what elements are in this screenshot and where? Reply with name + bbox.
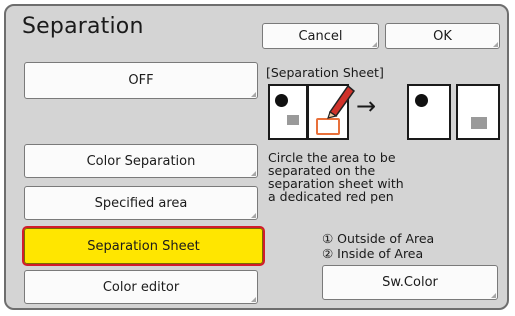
description-line-4: a dedicated red pen [268, 189, 394, 204]
arrow-right-icon: → [356, 92, 377, 120]
sw-color-button[interactable]: Sw.Color [322, 265, 498, 300]
page-title: Separation [22, 14, 144, 39]
output-inside-label: ② Inside of Area [322, 246, 424, 261]
separation-sheet-button[interactable]: Separation Sheet [22, 226, 265, 266]
ok-button[interactable]: OK [385, 23, 500, 49]
color-editor-button[interactable]: Color editor [24, 270, 258, 304]
off-button[interactable]: OFF [24, 62, 258, 99]
specified-area-button[interactable]: Specified area [24, 186, 258, 220]
output-outside-label: ① Outside of Area [322, 231, 435, 246]
cancel-button[interactable]: Cancel [262, 23, 379, 49]
color-separation-button[interactable]: Color Separation [24, 144, 258, 178]
red-pen-icon [327, 84, 356, 119]
